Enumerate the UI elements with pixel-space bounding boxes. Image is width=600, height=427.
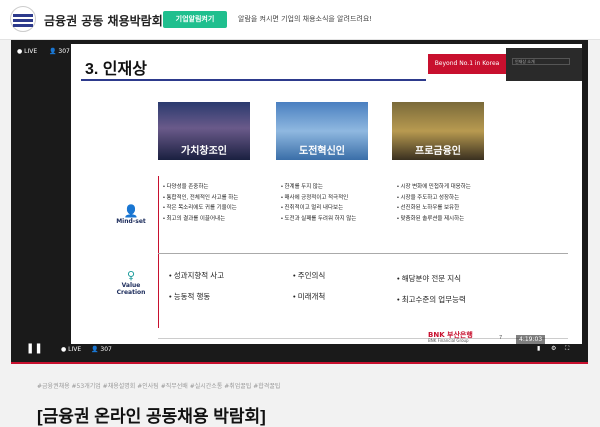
mindset-label: 👤 Mind-set <box>111 204 151 225</box>
presentation-slide: 3. 인재상 Beyond No.1 in Korea 인재상 소개 가치창조인… <box>71 44 582 344</box>
site-header: 금융권 공동 채용박람회 기업알림켜기 알람을 켜시면 기업의 채용소식을 알려… <box>0 0 600 40</box>
vertical-divider <box>158 176 159 328</box>
person-icon: 👤 <box>123 204 139 218</box>
card-value-creator: 가치창조인 <box>158 102 250 160</box>
card-pro-financier: 프로금융인 <box>392 102 484 160</box>
mindset-bullets-1: • 다양성을 존중하는 • 통합적인, 전체적인 사고를 하는 • 작은 목소리에도… <box>163 184 239 222</box>
horizontal-divider <box>158 253 568 254</box>
fair-logo[interactable] <box>10 6 36 32</box>
playback-time: 4:19:03 <box>516 335 546 344</box>
value-bullets-1: • 성과지향적 사고 • 능동적 행동 <box>169 271 225 301</box>
fullscreen-icon[interactable]: ⛶ <box>565 345 569 353</box>
slide-page-number: 7 <box>499 335 503 341</box>
live-badge-bottom: ● LIVE <box>61 346 82 353</box>
progress-bar[interactable] <box>11 362 588 364</box>
alert-message: 알람을 켜시면 기업의 채용소식을 알려드려요! <box>238 15 373 23</box>
value-bullets-3: • 해당분야 전문 지식 • 최고수준의 업무능력 <box>397 274 466 304</box>
hashtags[interactable]: #금융권채용 #53개기업 #채용설명회 #인사팀 #직무선배 #실시간소통 #… <box>37 381 280 390</box>
viewer-count-bottom: 👤 307 <box>91 346 112 353</box>
bank-group: BNK Financial Group <box>428 338 469 343</box>
value-bullets-2: • 주인의식 • 미래개척 <box>293 271 326 301</box>
user-outline-icon: ♀ <box>126 269 136 282</box>
mindset-bullets-3: • 시장 변화에 민첩하게 대응하는 • 시장을 주도하고 성장하는 • 선진화된 … <box>397 184 471 222</box>
company-alert-button[interactable]: 기업알림켜기 <box>163 11 227 28</box>
title-underline <box>81 79 426 81</box>
page-title: [금융권 온라인 공동채용 박람회] <box>37 407 266 426</box>
footer-line <box>158 338 568 339</box>
mindset-bullets-2: • 한계를 두지 않는 • 매사에 긍정적이고 적극적인 • 진취적이고 멀리 내다… <box>281 184 357 222</box>
pause-button[interactable]: ❚❚ <box>26 343 43 354</box>
live-badge-top: ● LIVE <box>17 48 38 55</box>
card-challenge-innovator: 도전혁신인 <box>276 102 368 160</box>
caption-overlay: 인재상 소개 <box>506 48 582 81</box>
beyond-banner: Beyond No.1 in Korea <box>428 54 506 74</box>
site-title[interactable]: 금융권 공동 채용박람회 <box>44 12 163 29</box>
video-player[interactable]: ● LIVE 👤 307 3. 인재상 Beyond No.1 in Korea… <box>11 40 588 364</box>
settings-icon[interactable]: ⚙ <box>551 345 556 352</box>
value-creation-label: ♀ Value Creation <box>109 269 153 296</box>
viewer-count-top: 👤 307 <box>49 48 70 55</box>
volume-icon[interactable]: ▮ <box>537 345 540 352</box>
slide-title: 3. 인재상 <box>85 61 147 78</box>
